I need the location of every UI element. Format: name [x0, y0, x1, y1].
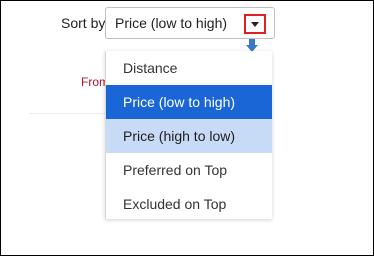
option-distance[interactable]: Distance: [106, 51, 272, 85]
sort-options-dropdown: Distance Price (low to high) Price (high…: [105, 51, 272, 219]
screenshot-frame: Sort by Price (low to high) From Distanc…: [0, 0, 374, 256]
dropdown-toggle-button[interactable]: [244, 14, 266, 34]
sort-select[interactable]: Price (low to high): [105, 7, 275, 39]
option-excluded-on-top[interactable]: Excluded on Top: [106, 187, 272, 221]
divider: [29, 113, 109, 114]
sort-selected-value: Price (low to high): [115, 15, 228, 31]
option-price-high-to-low[interactable]: Price (high to low): [106, 119, 272, 153]
chevron-down-icon: [251, 22, 259, 27]
option-price-low-to-high[interactable]: Price (low to high): [106, 85, 272, 119]
option-preferred-on-top[interactable]: Preferred on Top: [106, 153, 272, 187]
sort-by-label: Sort by: [61, 15, 106, 31]
